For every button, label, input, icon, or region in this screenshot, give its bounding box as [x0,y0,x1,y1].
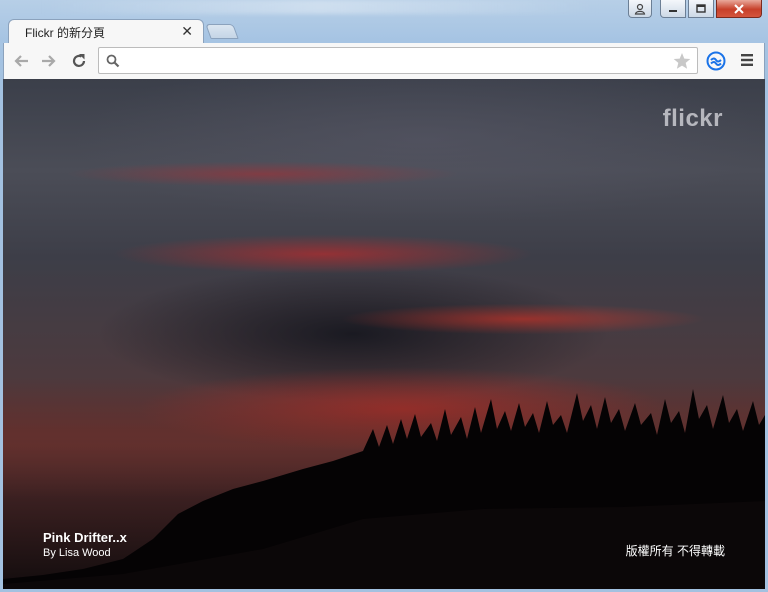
window-frame: Flickr 的新分頁 ✕ flickr Pink Drifter..x By … [0,0,768,592]
back-button[interactable] [12,52,30,70]
copyright-notice: 版權所有 不得轉載 [625,544,725,558]
close-icon [734,3,744,14]
new-tab-button[interactable] [205,24,239,39]
star-icon[interactable] [673,52,691,70]
hamburger-menu-icon [741,54,753,66]
photo-title[interactable]: Pink Drifter..x [43,530,127,545]
close-window-button[interactable] [716,0,762,18]
chrome-menu-button[interactable] [740,53,754,72]
minimize-icon [669,9,677,12]
tab-flickr-new-tab[interactable]: Flickr 的新分頁 ✕ [8,19,204,43]
reload-icon [72,54,86,67]
photo-author[interactable]: By Lisa Wood [43,547,111,559]
titlebar-background [40,0,600,14]
tab-title: Flickr 的新分頁 [25,26,105,40]
address-input[interactable] [125,51,669,72]
reload-button[interactable] [70,52,88,70]
maximize-button[interactable] [688,0,714,18]
tab-close-icon[interactable]: ✕ [181,23,193,40]
forward-button[interactable] [40,52,58,70]
forest-silhouette [3,389,765,589]
address-bar[interactable] [98,47,698,74]
sync-extension-icon [706,51,726,71]
sync-extension-button[interactable] [706,51,726,76]
flickr-logo[interactable]: flickr [663,105,723,133]
browser-toolbar [3,43,765,79]
back-arrow-icon [14,55,28,67]
user-profile-button[interactable] [628,0,652,18]
maximize-icon [696,4,706,13]
search-icon [106,54,120,68]
minimize-button[interactable] [660,0,686,18]
user-icon [634,3,646,15]
forward-arrow-icon [42,55,56,67]
window-controls [628,0,762,18]
new-tab-page: flickr Pink Drifter..x By Lisa Wood 版權所有… [3,79,765,589]
